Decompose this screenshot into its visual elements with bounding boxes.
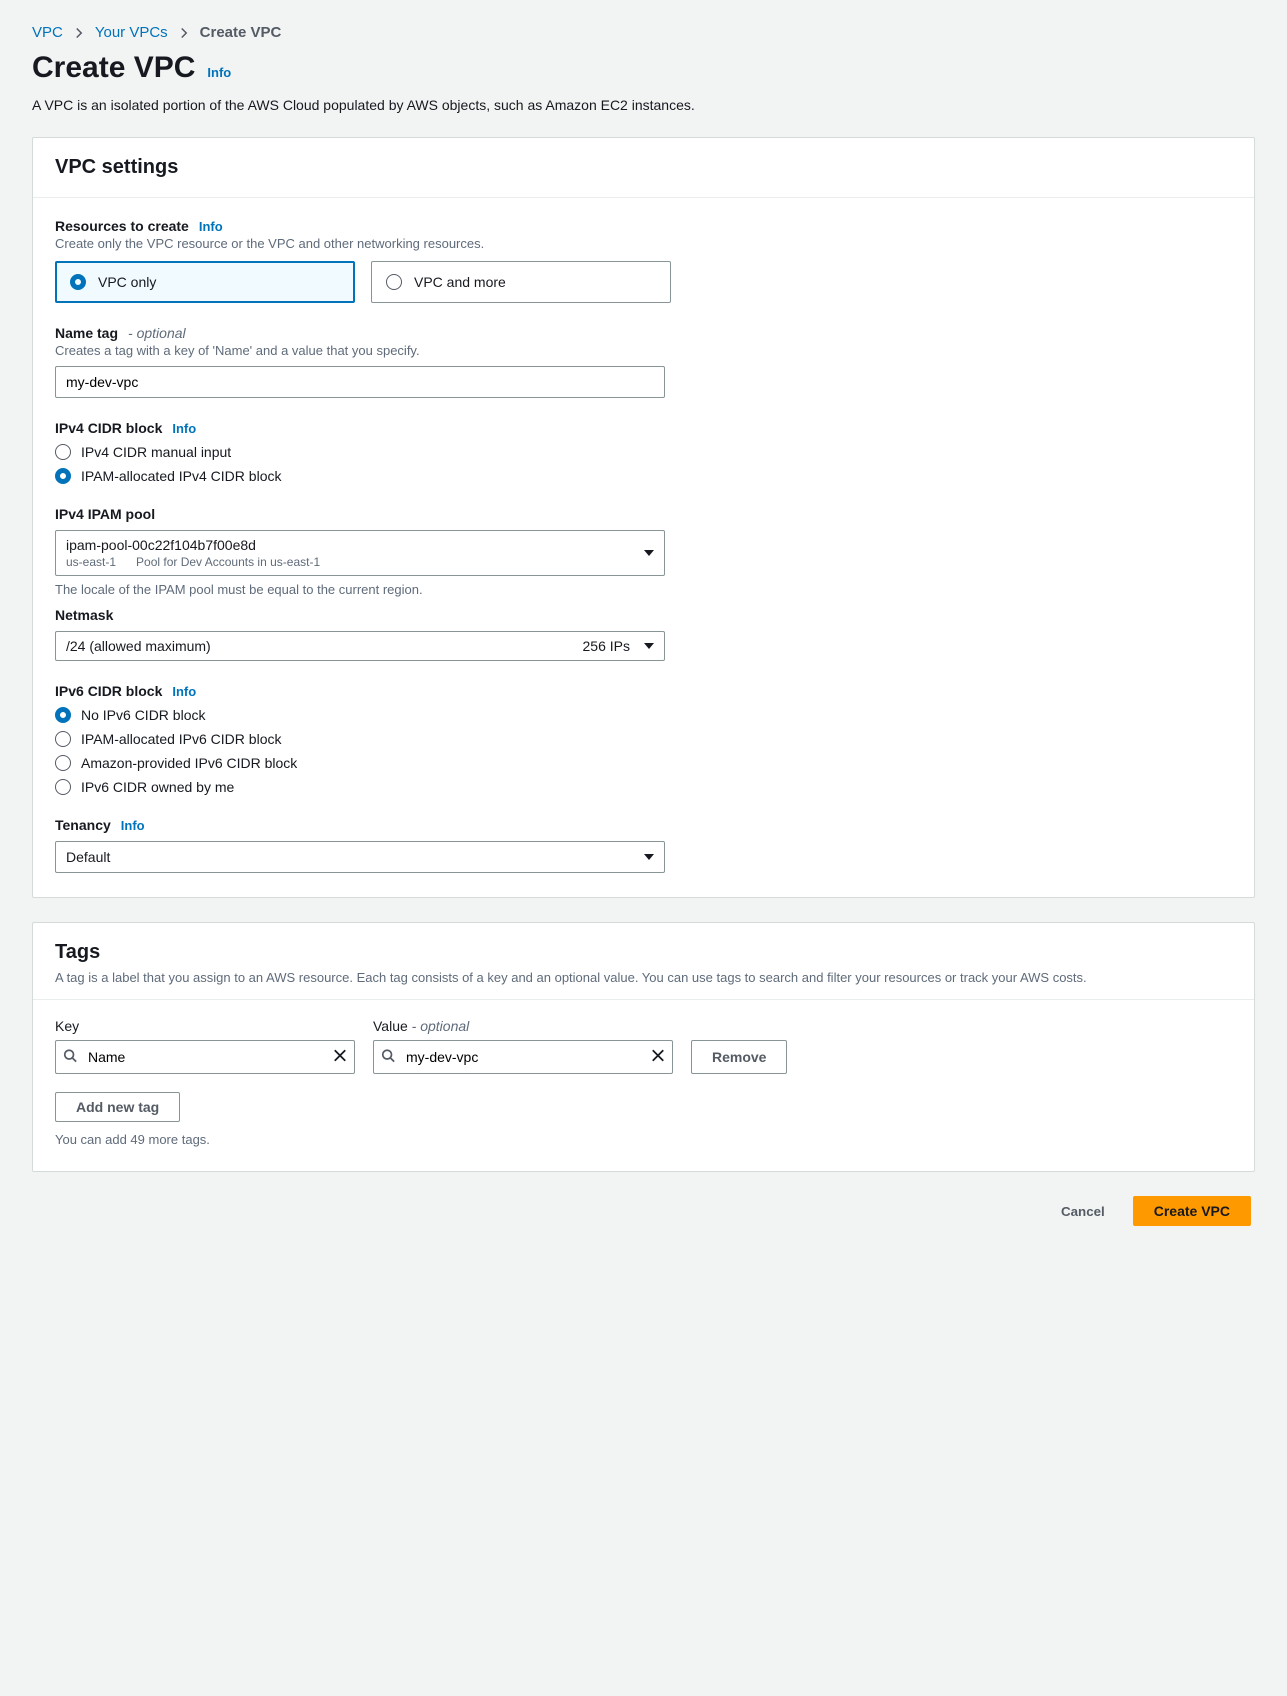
page-description: A VPC is an isolated portion of the AWS … — [32, 97, 1255, 113]
radio-ipv6-owned[interactable]: IPv6 CIDR owned by me — [55, 779, 1232, 795]
info-link-header[interactable]: Info — [207, 65, 231, 80]
panel-vpc-settings: VPC settings Resources to create Info Cr… — [32, 137, 1255, 898]
radio-icon — [70, 274, 86, 290]
hint-resources: Create only the VPC resource or the VPC … — [55, 236, 1232, 251]
radio-icon — [55, 779, 71, 795]
create-vpc-button[interactable]: Create VPC — [1133, 1196, 1251, 1226]
label-ipv4-block: IPv4 CIDR block — [55, 420, 162, 436]
info-link-tenancy[interactable]: Info — [121, 818, 145, 833]
input-tag-value[interactable] — [373, 1040, 673, 1074]
remove-tag-button[interactable]: Remove — [691, 1040, 787, 1074]
tags-limit-text: You can add 49 more tags. — [55, 1132, 1232, 1147]
radio-label: Amazon-provided IPv6 CIDR block — [81, 755, 297, 771]
label-ipv6-block: IPv6 CIDR block — [55, 683, 162, 699]
radio-label: IPv4 CIDR manual input — [81, 444, 231, 460]
radio-icon — [55, 755, 71, 771]
info-link-ipv4[interactable]: Info — [172, 421, 196, 436]
radio-label: No IPv6 CIDR block — [81, 707, 205, 723]
breadcrumb-current: Create VPC — [200, 24, 282, 41]
tag-row: Key Value - optional — [55, 1018, 1232, 1074]
select-netmask[interactable]: /24 (allowed maximum) 256 IPs — [55, 631, 665, 661]
breadcrumb: VPC Your VPCs Create VPC — [32, 24, 1255, 41]
radio-icon — [55, 468, 71, 484]
clear-icon[interactable] — [333, 1049, 347, 1066]
label-ipam-pool: IPv4 IPAM pool — [55, 506, 155, 522]
label-netmask: Netmask — [55, 607, 113, 623]
select-ipam-pool[interactable]: ipam-pool-00c22f104b7f00e8d us-east-1 Po… — [55, 530, 665, 576]
tile-label: VPC only — [98, 274, 156, 290]
caret-down-icon — [644, 849, 654, 865]
hint-ipam-constraint: The locale of the IPAM pool must be equa… — [55, 582, 1232, 597]
add-new-tag-button[interactable]: Add new tag — [55, 1092, 180, 1122]
search-icon — [63, 1049, 77, 1066]
tile-vpc-only[interactable]: VPC only — [55, 261, 355, 303]
input-tag-key[interactable] — [55, 1040, 355, 1074]
label-optional: - optional — [128, 325, 186, 341]
radio-ipv4-ipam[interactable]: IPAM-allocated IPv4 CIDR block — [55, 468, 1232, 484]
info-link-ipv6[interactable]: Info — [172, 684, 196, 699]
tags-description: A tag is a label that you assign to an A… — [55, 970, 1232, 985]
panel-title-settings: VPC settings — [55, 156, 1232, 179]
chevron-right-icon — [73, 27, 85, 39]
tenancy-value: Default — [66, 849, 110, 865]
pool-id: ipam-pool-00c22f104b7f00e8d — [66, 537, 320, 553]
breadcrumb-link-your-vpcs[interactable]: Your VPCs — [95, 24, 168, 41]
pool-description: Pool for Dev Accounts in us-east-1 — [136, 555, 320, 569]
radio-ipv6-none[interactable]: No IPv6 CIDR block — [55, 707, 1232, 723]
page-title: Create VPC — [32, 51, 195, 85]
radio-label: IPAM-allocated IPv6 CIDR block — [81, 731, 281, 747]
label-tag-value: Value - optional — [373, 1018, 673, 1034]
select-tenancy[interactable]: Default — [55, 841, 665, 873]
tile-label: VPC and more — [414, 274, 506, 290]
caret-down-icon — [644, 545, 654, 561]
cancel-button[interactable]: Cancel — [1045, 1196, 1121, 1226]
radio-label: IPAM-allocated IPv4 CIDR block — [81, 468, 281, 484]
netmask-value: /24 (allowed maximum) — [66, 638, 211, 654]
label-tenancy: Tenancy — [55, 817, 111, 833]
breadcrumb-link-vpc[interactable]: VPC — [32, 24, 63, 41]
clear-icon[interactable] — [651, 1049, 665, 1066]
chevron-right-icon — [178, 27, 190, 39]
search-icon — [381, 1049, 395, 1066]
info-link-resources[interactable]: Info — [199, 219, 223, 234]
label-tag-key: Key — [55, 1018, 355, 1034]
netmask-ips: 256 IPs — [583, 638, 630, 654]
pool-region: us-east-1 — [66, 555, 116, 569]
radio-ipv6-ipam[interactable]: IPAM-allocated IPv6 CIDR block — [55, 731, 1232, 747]
panel-tags: Tags A tag is a label that you assign to… — [32, 922, 1255, 1172]
radio-label: IPv6 CIDR owned by me — [81, 779, 234, 795]
label-name-tag: Name tag — [55, 325, 118, 341]
radio-icon — [386, 274, 402, 290]
label-resources: Resources to create — [55, 218, 189, 234]
panel-title-tags: Tags — [55, 941, 1232, 964]
hint-name-tag: Creates a tag with a key of 'Name' and a… — [55, 343, 1232, 358]
caret-down-icon — [644, 638, 654, 654]
tile-vpc-and-more[interactable]: VPC and more — [371, 261, 671, 303]
radio-icon — [55, 444, 71, 460]
radio-icon — [55, 707, 71, 723]
radio-ipv4-manual[interactable]: IPv4 CIDR manual input — [55, 444, 1232, 460]
radio-icon — [55, 731, 71, 747]
radio-ipv6-amazon[interactable]: Amazon-provided IPv6 CIDR block — [55, 755, 1232, 771]
input-name-tag[interactable] — [55, 366, 665, 398]
